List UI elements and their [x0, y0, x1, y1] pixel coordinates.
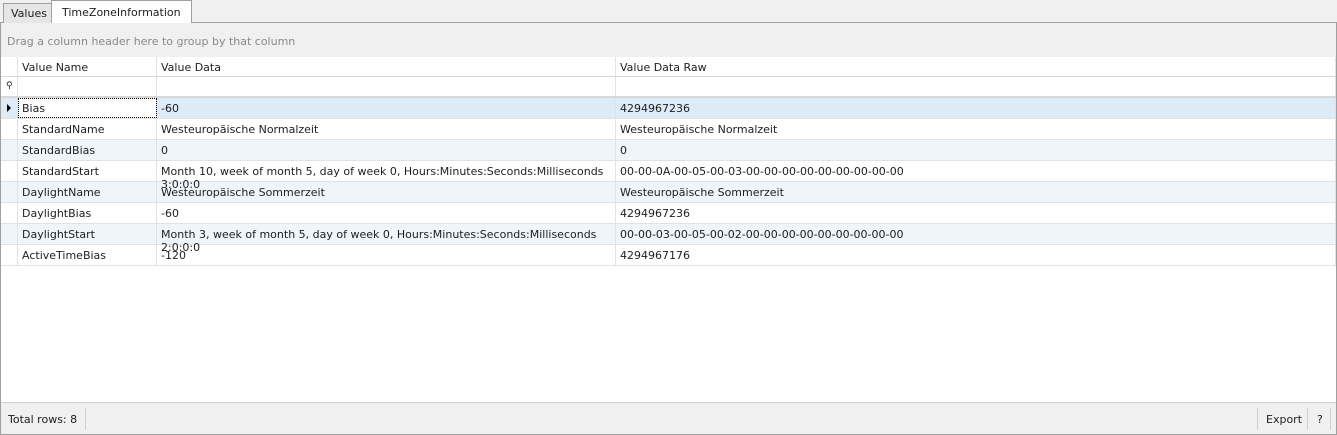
- cell-value-name[interactable]: DaylightBias: [18, 203, 157, 223]
- cell-value-name[interactable]: StandardBias: [18, 140, 157, 160]
- cell-value-data[interactable]: Month 10, week of month 5, day of week 0…: [157, 161, 616, 191]
- cell-value-data-raw[interactable]: 4294967176: [616, 245, 1336, 265]
- table-row[interactable]: DaylightBias -60 4294967236: [1, 203, 1336, 224]
- cell-value-data-raw[interactable]: 00-00-03-00-05-00-02-00-00-00-00-00-00-0…: [616, 224, 1336, 244]
- cell-value-data[interactable]: Westeuropäische Sommerzeit: [157, 182, 616, 202]
- cell-value-data[interactable]: -60: [157, 203, 616, 223]
- cell-value-name[interactable]: StandardName: [18, 119, 157, 139]
- cell-value-data-raw[interactable]: 0: [616, 140, 1336, 160]
- row-indicator[interactable]: [1, 119, 18, 139]
- column-header-value-name[interactable]: Value Name: [18, 57, 157, 76]
- table-row[interactable]: Bias -60 4294967236: [1, 98, 1336, 119]
- row-indicator[interactable]: [1, 203, 18, 223]
- column-header-value-data[interactable]: Value Data: [157, 57, 616, 76]
- filter-value-data-raw[interactable]: [616, 77, 1336, 96]
- group-by-panel[interactable]: Drag a column header here to group by th…: [1, 23, 1336, 57]
- header-row: Value Name Value Data Value Data Raw: [1, 57, 1336, 77]
- cell-value-data[interactable]: -120: [157, 245, 616, 265]
- row-indicator[interactable]: [1, 224, 18, 244]
- filter-value-data[interactable]: [157, 77, 616, 96]
- table-row[interactable]: StandardName Westeuropäische Normalzeit We…: [1, 119, 1336, 140]
- cell-value-data[interactable]: 0: [157, 140, 616, 160]
- row-indicator[interactable]: [1, 161, 18, 181]
- table-row[interactable]: DaylightStart Month 3, week of month 5, d…: [1, 224, 1336, 254]
- row-indicator[interactable]: [1, 98, 18, 118]
- table-row[interactable]: StandardStart Month 10, week of month 5, …: [1, 161, 1336, 191]
- status-bar: Total rows: 8 Export ?: [1, 402, 1336, 434]
- help-button[interactable]: ?: [1317, 413, 1323, 426]
- cell-value-name[interactable]: ActiveTimeBias: [18, 245, 157, 265]
- total-rows: Total rows: 8: [8, 413, 78, 426]
- column-header-value-data-raw[interactable]: Value Data Raw: [616, 57, 1336, 76]
- row-indicator[interactable]: [1, 245, 18, 265]
- tab-timezoneinformation[interactable]: TimeZoneInformation: [51, 0, 192, 24]
- table-row[interactable]: StandardBias 0 0: [1, 140, 1336, 161]
- filter-value-name[interactable]: [18, 77, 157, 96]
- export-button[interactable]: Export: [1266, 413, 1302, 426]
- cell-value-data-raw[interactable]: 4294967236: [616, 98, 1336, 118]
- row-indicator-header: [1, 57, 18, 76]
- data-grid: Value Name Value Data Value Data Raw ⚲ B…: [1, 57, 1336, 266]
- table-row[interactable]: DaylightName Westeuropäische Sommerzeit We…: [1, 182, 1336, 203]
- row-indicator[interactable]: [1, 182, 18, 202]
- cell-value-name[interactable]: DaylightStart: [18, 224, 157, 244]
- cell-value-data[interactable]: Westeuropäische Normalzeit: [157, 119, 616, 139]
- table-row[interactable]: ActiveTimeBias -120 4294967176: [1, 245, 1336, 266]
- cell-value-name[interactable]: DaylightName: [18, 182, 157, 202]
- cell-value-data[interactable]: -60: [157, 98, 616, 118]
- tab-values[interactable]: Values: [3, 3, 55, 23]
- tab-bar: Values TimeZoneInformation: [0, 0, 1337, 24]
- row-indicator[interactable]: [1, 140, 18, 160]
- current-row-arrow-icon: [7, 104, 11, 112]
- cell-value-data-raw[interactable]: 4294967236: [616, 203, 1336, 223]
- filter-pin-icon: ⚲: [6, 81, 13, 91]
- cell-value-name[interactable]: StandardStart: [18, 161, 157, 181]
- filter-row: ⚲: [1, 77, 1336, 98]
- cell-value-data-raw[interactable]: 00-00-0A-00-05-00-03-00-00-00-00-00-00-0…: [616, 161, 1336, 181]
- cell-value-data-raw[interactable]: Westeuropäische Sommerzeit: [616, 182, 1336, 202]
- cell-value-data-raw[interactable]: Westeuropäische Normalzeit: [616, 119, 1336, 139]
- grid-panel: Drag a column header here to group by th…: [0, 23, 1337, 435]
- cell-value-name[interactable]: Bias: [18, 98, 157, 118]
- cell-value-data[interactable]: Month 3, week of month 5, day of week 0,…: [157, 224, 616, 254]
